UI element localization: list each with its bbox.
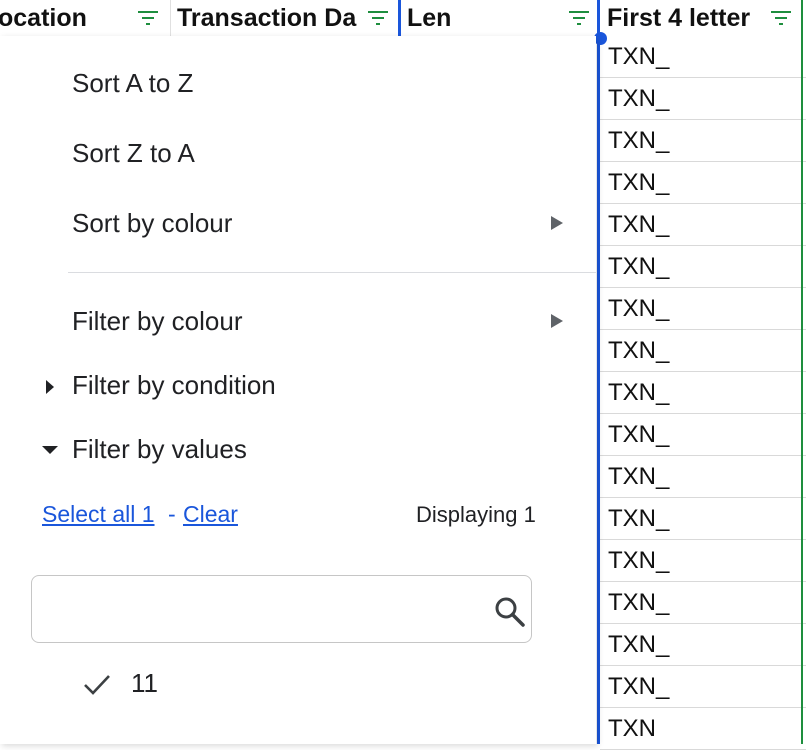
menu-divider: [68, 272, 596, 273]
table-cell[interactable]: TXN_: [600, 582, 806, 624]
search-box: [31, 575, 532, 643]
checkmark-icon[interactable]: [82, 672, 112, 698]
first-4-letter-column: TXN_ TXN_ TXN_ TXN_ TXN_ TXN_ TXN_ TXN_ …: [600, 36, 806, 750]
table-cell[interactable]: TXN_: [600, 624, 806, 666]
filter-by-condition-item[interactable]: Filter by condition: [72, 370, 276, 401]
header-transaction-date-label: Transaction Da: [177, 3, 357, 32]
header-first-4-letter-label: First 4 letter: [607, 3, 751, 32]
search-input[interactable]: [44, 590, 488, 630]
filter-icon[interactable]: [367, 8, 389, 28]
header-len-label: Len: [407, 3, 452, 32]
filter-icon[interactable]: [568, 8, 590, 28]
link-separator: -: [168, 501, 176, 527]
column-header-row: ocation Transaction Da Len First 4 lette…: [0, 0, 810, 744]
header-first-4-letter[interactable]: First 4 letter: [601, 0, 771, 36]
table-cell[interactable]: TXN_: [600, 120, 806, 162]
search-icon[interactable]: [494, 596, 526, 628]
filter-by-values-item[interactable]: Filter by values: [72, 434, 247, 465]
table-cell[interactable]: TXN_: [600, 540, 806, 582]
sort-a-to-z-item[interactable]: Sort A to Z: [72, 68, 193, 99]
filter-value-item[interactable]: 11: [131, 668, 158, 699]
table-cell[interactable]: TXN_: [600, 288, 806, 330]
expand-right-icon[interactable]: [46, 380, 54, 394]
table-cell[interactable]: TXN_: [600, 204, 806, 246]
table-cell[interactable]: TXN_: [600, 162, 806, 204]
filter-menu: Sort A to Z Sort Z to A Sort by colour F…: [0, 36, 596, 744]
select-all-link[interactable]: Select all 1: [42, 501, 155, 528]
filter-by-colour-item[interactable]: Filter by colour: [72, 306, 243, 337]
table-cell[interactable]: TXN_: [600, 330, 806, 372]
table-cell[interactable]: TXN_: [600, 36, 806, 78]
sort-z-to-a-item[interactable]: Sort Z to A: [72, 138, 195, 169]
displaying-count: Displaying 1: [416, 502, 536, 527]
submenu-arrow-icon: [551, 314, 563, 328]
filter-icon[interactable]: [770, 8, 792, 28]
table-cell[interactable]: TXN_: [600, 78, 806, 120]
sort-by-colour-item[interactable]: Sort by colour: [72, 208, 232, 239]
sheet-edge-line: [801, 0, 803, 744]
clear-link[interactable]: Clear: [183, 501, 238, 528]
filter-icon[interactable]: [137, 8, 159, 28]
header-transaction-date[interactable]: Transaction Da: [171, 0, 361, 36]
submenu-arrow-icon: [551, 216, 563, 230]
table-cell[interactable]: TXN_: [600, 372, 806, 414]
collapse-down-icon[interactable]: [42, 446, 58, 454]
table-cell[interactable]: TXN_: [600, 414, 806, 456]
header-location-label: ocation: [0, 3, 87, 32]
table-cell[interactable]: TXN_: [600, 456, 806, 498]
table-cell[interactable]: TXN_: [600, 246, 806, 288]
table-cell[interactable]: TXN_: [600, 498, 806, 540]
table-cell[interactable]: TXN_: [600, 666, 806, 708]
header-len[interactable]: Len: [401, 0, 561, 36]
